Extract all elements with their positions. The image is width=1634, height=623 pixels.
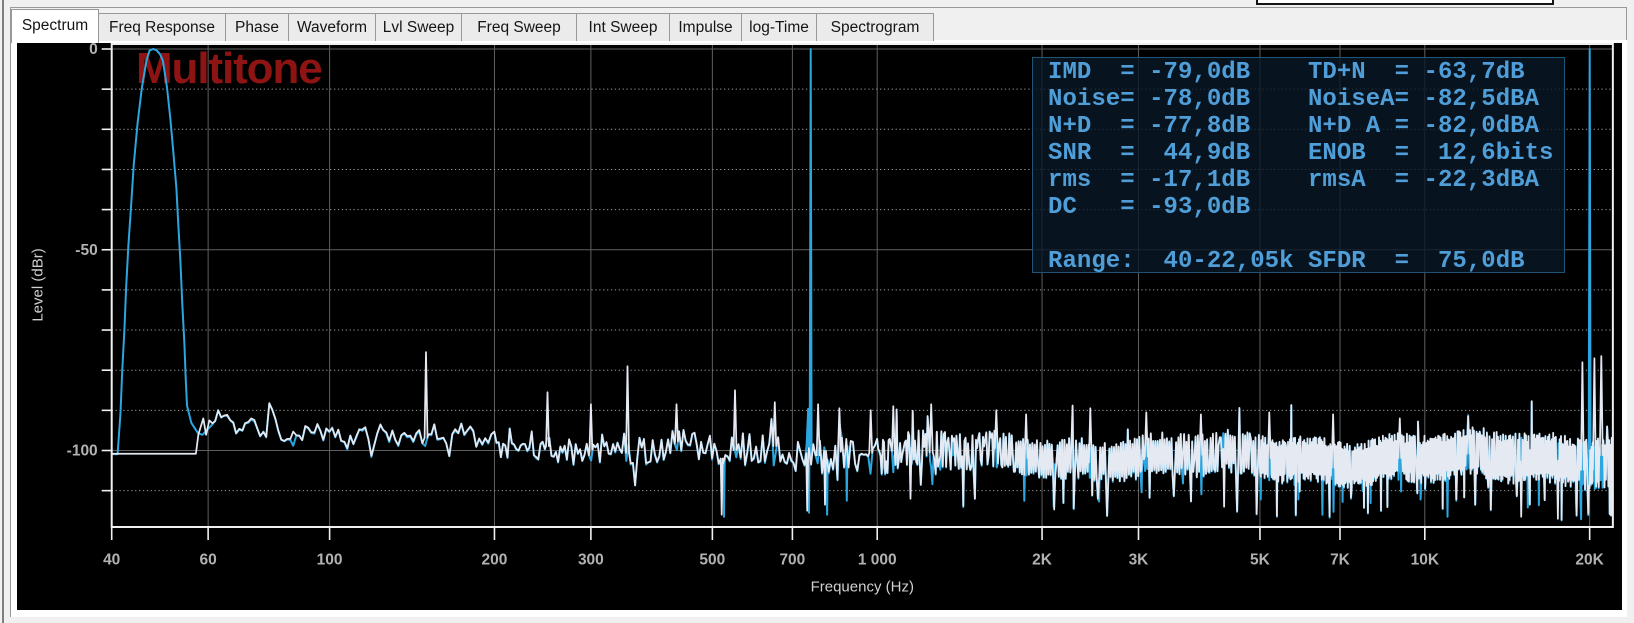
tab-label: log-Time [749, 18, 809, 36]
info-line-range-sfdr: Range: 40-22,05k SFDR = 75,0dB [1048, 248, 1525, 275]
y-tick-label--50: -50 [75, 242, 97, 259]
measurement-info-box: IMD = -79,0dB TD+N = -63,7dB Noise= -78,… [1032, 57, 1565, 275]
x-axis-title: Frequency (Hz) [811, 579, 914, 596]
outer-panel-edge [2, 0, 4, 623]
x-tick-label-20K: 20K [1575, 552, 1604, 569]
tab-spectrum[interactable]: Spectrum [11, 9, 99, 43]
x-tick-label-2K: 2K [1032, 552, 1053, 569]
x-tick-label-100: 100 [317, 552, 343, 569]
x-tick-label-60: 60 [200, 552, 217, 569]
y-axis-title: Level (dBr) [30, 248, 47, 321]
tab-waveform[interactable]: Waveform [289, 13, 376, 41]
tab-lvl-sweep[interactable]: Lvl Sweep [376, 13, 462, 41]
x-tick-label-3K: 3K [1129, 552, 1150, 569]
tab-label: Impulse [678, 18, 733, 36]
tab-label: Int Sweep [588, 18, 658, 36]
tab-log-time[interactable]: log-Time [742, 13, 817, 41]
info-line-blank [1048, 221, 1564, 248]
tab-freq-response[interactable]: Freq Response [99, 13, 226, 41]
tab-phase[interactable]: Phase [226, 13, 289, 41]
tab-label: Spectrum [21, 16, 89, 34]
x-tick-label-700: 700 [779, 552, 805, 569]
x-tick-label-40: 40 [103, 552, 120, 569]
x-tick-label-10K: 10K [1411, 552, 1440, 569]
multitone-analyzer-window: {"tabs":{"items":[{"label":"Spectrum","a… [0, 0, 1634, 623]
tab-label: Spectrogram [830, 18, 920, 36]
info-line-imd-tdn: IMD = -79,0dB TD+N = -63,7dB [1048, 59, 1525, 86]
tab-label: Freq Sweep [477, 18, 561, 36]
tab-label: Lvl Sweep [382, 18, 455, 36]
x-tick-label-200: 200 [482, 552, 508, 569]
y-tick-label-0: 0 [89, 43, 98, 58]
tab-label: Waveform [296, 18, 368, 36]
tab-label: Freq Response [109, 18, 215, 36]
x-tick-label-1 000: 1 000 [858, 552, 897, 569]
toolbar-control-clipped[interactable] [1256, 0, 1554, 5]
tab-impulse[interactable]: Impulse [670, 13, 742, 41]
info-line-nd: N+D = -77,8dB N+D A = -82,0dBA [1048, 113, 1540, 140]
info-line-snr-enob: SNR = 44,9dB ENOB = 12,6bits [1048, 140, 1554, 167]
tab-freq-sweep[interactable]: Freq Sweep [462, 13, 577, 41]
x-tick-label-500: 500 [699, 552, 725, 569]
info-line-rms: rms = -17,1dB rmsA = -22,3dBA [1048, 167, 1540, 194]
tab-spectrogram[interactable]: Spectrogram [817, 13, 934, 41]
x-tick-label-300: 300 [578, 552, 604, 569]
tab-int-sweep[interactable]: Int Sweep [577, 13, 670, 41]
info-line-noise: Noise= -78,0dB NoiseA= -82,5dBA [1048, 86, 1540, 113]
info-line-dc: DC = -93,0dB [1048, 194, 1251, 221]
x-tick-label-5K: 5K [1250, 552, 1271, 569]
y-tick-label--100: -100 [67, 443, 98, 460]
tab-label: Phase [235, 18, 279, 36]
x-tick-label-7K: 7K [1330, 552, 1351, 569]
